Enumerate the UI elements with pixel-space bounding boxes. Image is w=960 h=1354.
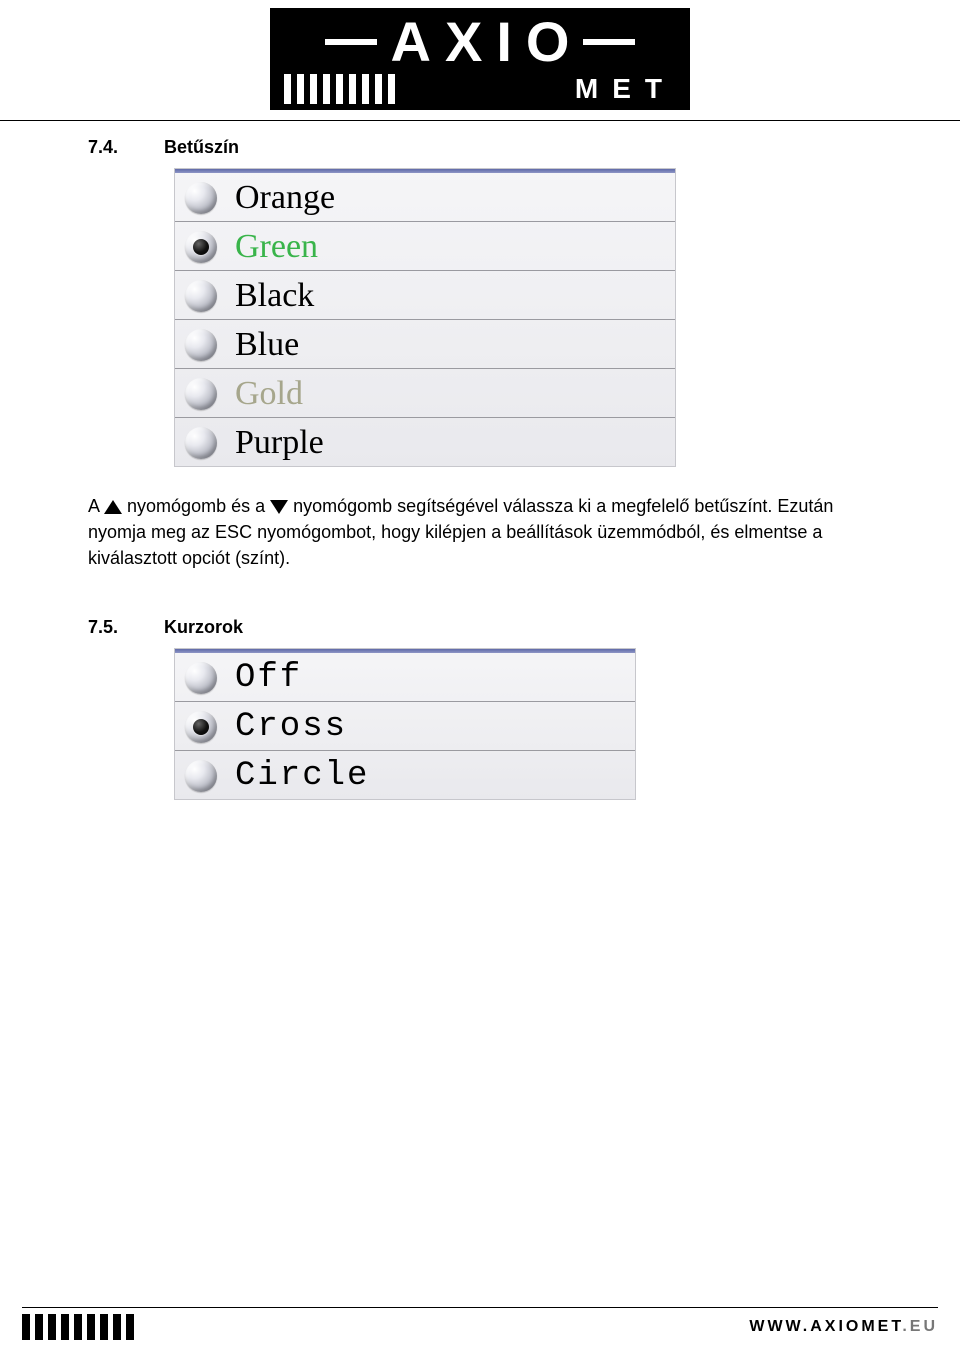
down-arrow-icon (270, 500, 288, 514)
page: A X I O MET 7.4. Betűszín (0, 0, 960, 1354)
radio-icon[interactable] (185, 711, 217, 743)
footer-url: WWW.AXIOMET.EU (749, 1318, 938, 1336)
logo-stripes (284, 74, 395, 104)
section-number: 7.4. (88, 137, 128, 158)
footer-row: WWW.AXIOMET.EU (22, 1314, 938, 1340)
option-row-orange[interactable]: Orange (175, 173, 675, 222)
section-title: Betűszín (164, 137, 239, 158)
radio-icon[interactable] (185, 329, 217, 361)
logo-top-row: A X I O (270, 14, 690, 70)
option-label: Purple (235, 424, 324, 462)
logo-letter: A (391, 14, 431, 70)
para-part: A (88, 496, 104, 516)
logo-bar-right (583, 39, 635, 45)
color-options-panel: Orange Green Black Blue Gold Purple (174, 168, 676, 467)
option-row-green[interactable]: Green (175, 222, 675, 271)
radio-icon[interactable] (185, 182, 217, 214)
option-row-gold[interactable]: Gold (175, 369, 675, 418)
radio-icon[interactable] (185, 280, 217, 312)
option-label: Green (235, 228, 318, 266)
option-row-purple[interactable]: Purple (175, 418, 675, 466)
section-heading: 7.5. Kurzorok (88, 617, 872, 638)
logo-letter: O (526, 14, 570, 70)
footer-url-main: WWW.AXIOMET (749, 1318, 902, 1335)
radio-icon[interactable] (185, 378, 217, 410)
footer-url-tld: .EU (902, 1318, 938, 1335)
logo-letter: X (445, 14, 482, 70)
option-label: Circle (235, 757, 369, 795)
option-label: Gold (235, 375, 303, 413)
radio-icon[interactable] (185, 662, 217, 694)
logo-bottom-row: MET (270, 70, 690, 106)
brand-logo: A X I O MET (0, 0, 960, 110)
logo-letter: I (496, 14, 512, 70)
option-row-blue[interactable]: Blue (175, 320, 675, 369)
option-row-off[interactable]: Off (175, 653, 635, 702)
footer-rule (22, 1307, 938, 1308)
radio-icon[interactable] (185, 231, 217, 263)
section-heading: 7.4. Betűszín (88, 137, 872, 158)
option-row-black[interactable]: Black (175, 271, 675, 320)
logo-subword: MET (575, 74, 676, 104)
para-part: nyomógomb és a (127, 496, 270, 516)
instruction-paragraph: A nyomógomb és a nyomógomb segítségével … (88, 493, 872, 571)
up-arrow-icon (104, 500, 122, 514)
option-label: Orange (235, 179, 335, 217)
content: 7.4. Betűszín Orange Green Black Blue (0, 121, 960, 800)
option-label: Off (235, 659, 302, 697)
page-footer: WWW.AXIOMET.EU (0, 1307, 960, 1340)
cursor-options-panel: Off Cross Circle (174, 648, 636, 800)
logo-bar-left (325, 39, 377, 45)
option-label: Black (235, 277, 314, 315)
radio-icon[interactable] (185, 760, 217, 792)
logo-box: A X I O MET (270, 8, 690, 110)
section-title: Kurzorok (164, 617, 243, 638)
option-label: Cross (235, 708, 347, 746)
radio-icon[interactable] (185, 427, 217, 459)
section-number: 7.5. (88, 617, 128, 638)
option-row-cross[interactable]: Cross (175, 702, 635, 751)
option-row-circle[interactable]: Circle (175, 751, 635, 799)
option-label: Blue (235, 326, 299, 364)
footer-stripes-icon (22, 1314, 134, 1340)
